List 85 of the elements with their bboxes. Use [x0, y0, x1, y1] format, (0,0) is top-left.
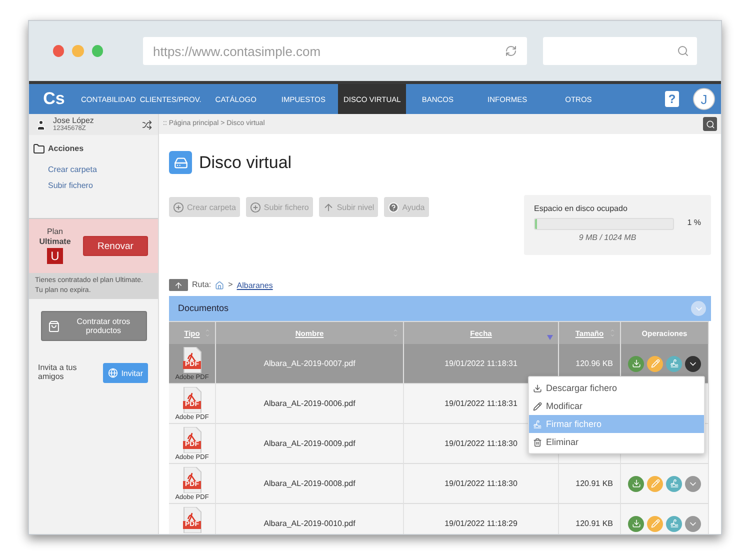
table-cell: Albara_AL-2019-0007.pdf: [216, 344, 404, 384]
table-cell: 120.91 KB: [559, 464, 621, 504]
download-icon: [632, 519, 640, 528]
search-field[interactable]: [543, 37, 698, 65]
folder-icon: [33, 143, 45, 155]
path-separator: >: [228, 280, 233, 290]
download-icon: [632, 479, 640, 488]
sort-descending-icon[interactable]: [547, 335, 553, 340]
filter-button[interactable]: [691, 301, 706, 316]
table-cell: 19/01/2022 11:18:30: [404, 464, 559, 504]
plan-label: Plan: [46, 228, 63, 237]
help-button[interactable]: ?: [665, 91, 679, 107]
search-icon: [706, 120, 714, 128]
arrow-up-icon: [174, 280, 183, 290]
arrow-up-icon: [322, 202, 334, 212]
table-title: Documentos: [178, 304, 229, 314]
download-icon: [533, 384, 542, 392]
disk-usage-percent: 1 %: [687, 219, 701, 228]
disk-usage-title: Espacio en disco ocupado: [534, 205, 628, 214]
signature-icon: [670, 359, 678, 368]
address-bar[interactable]: https://www.contasimple.com: [142, 37, 528, 65]
pencil-icon: [533, 402, 542, 410]
signature-icon: [670, 519, 678, 528]
disk-usage-amount: 9 MB / 1024 MB: [578, 234, 636, 243]
user-icon: [35, 118, 47, 130]
toolbar-button[interactable]: Subir nivel: [318, 197, 378, 217]
sidebar-link[interactable]: Crear carpeta: [29, 165, 158, 174]
sort-icon[interactable]: [393, 328, 398, 338]
search-button[interactable]: [703, 117, 717, 131]
add-icon: [250, 202, 261, 212]
search-icon: [677, 45, 690, 57]
trash-icon: [533, 438, 542, 446]
edit-button[interactable]: [647, 516, 663, 532]
toolbar-button[interactable]: Ayuda: [384, 197, 429, 217]
section-heading: Acciones: [48, 144, 84, 154]
up-level-button[interactable]: [169, 279, 188, 291]
window-control-dot[interactable]: [92, 45, 103, 57]
refresh-icon[interactable]: [505, 45, 518, 57]
pencil-icon: [650, 479, 660, 488]
toolbar-button[interactable]: Crear carpeta: [169, 197, 240, 217]
table-cell: Albara_AL-2019-0010.pdf: [216, 504, 404, 534]
shuffle-icon[interactable]: [142, 120, 152, 130]
signature-icon: [533, 420, 542, 428]
pencil-icon: [650, 359, 660, 368]
edit-button[interactable]: [647, 476, 663, 492]
sort-icon[interactable]: [205, 328, 210, 338]
table-cell: Albara_AL-2019-0008.pdf: [216, 464, 404, 504]
toolbar-button[interactable]: Subir fichero: [246, 197, 313, 217]
page-title: Disco virtual: [199, 152, 292, 172]
sign-button[interactable]: [666, 476, 682, 492]
shopping-bag-icon: [48, 318, 60, 334]
contract-button[interactable]: Contratar otros productos: [40, 311, 146, 342]
invite-text: Invita a tus amigos: [38, 364, 78, 382]
home-icon[interactable]: [215, 280, 224, 290]
edit-button[interactable]: [647, 356, 663, 372]
download-icon: [632, 359, 640, 368]
sidebar-link[interactable]: Subir fichero: [29, 181, 158, 190]
download-button[interactable]: [628, 516, 644, 532]
table-cell: 120.91 KB: [559, 504, 621, 534]
plan-badge: U: [47, 248, 63, 264]
download-button[interactable]: [628, 476, 644, 492]
logo[interactable]: Cs: [29, 84, 79, 114]
window-control-dot[interactable]: [72, 45, 84, 57]
table-cell: Albara_AL-2019-0006.pdf: [216, 384, 404, 424]
sort-icon[interactable]: [610, 328, 615, 338]
sign-button[interactable]: [666, 516, 682, 532]
window-control-dot[interactable]: [53, 45, 64, 57]
download-button[interactable]: [628, 356, 644, 372]
globe-icon: [108, 368, 118, 378]
help-icon: [388, 202, 400, 212]
plan-name: Ultimate: [39, 238, 71, 247]
invite-button[interactable]: Invitar: [103, 363, 148, 384]
table-cell: 19/01/2022 11:18:31: [404, 344, 559, 384]
table-cell: Albara_AL-2019-0009.pdf: [216, 424, 404, 464]
path-label: Ruta:: [192, 280, 212, 290]
user-avatar[interactable]: J: [693, 88, 715, 110]
pencil-icon: [650, 519, 660, 528]
user-name: Jose López: [53, 116, 95, 125]
signature-icon: [670, 479, 678, 488]
more-button[interactable]: [685, 356, 701, 372]
hard-drive-icon: [169, 151, 192, 174]
add-icon: [173, 202, 184, 212]
path-link[interactable]: Albaranes: [236, 280, 273, 290]
table-cell: 19/01/2022 11:18:29: [404, 504, 559, 534]
renew-button[interactable]: Renovar: [83, 236, 148, 256]
